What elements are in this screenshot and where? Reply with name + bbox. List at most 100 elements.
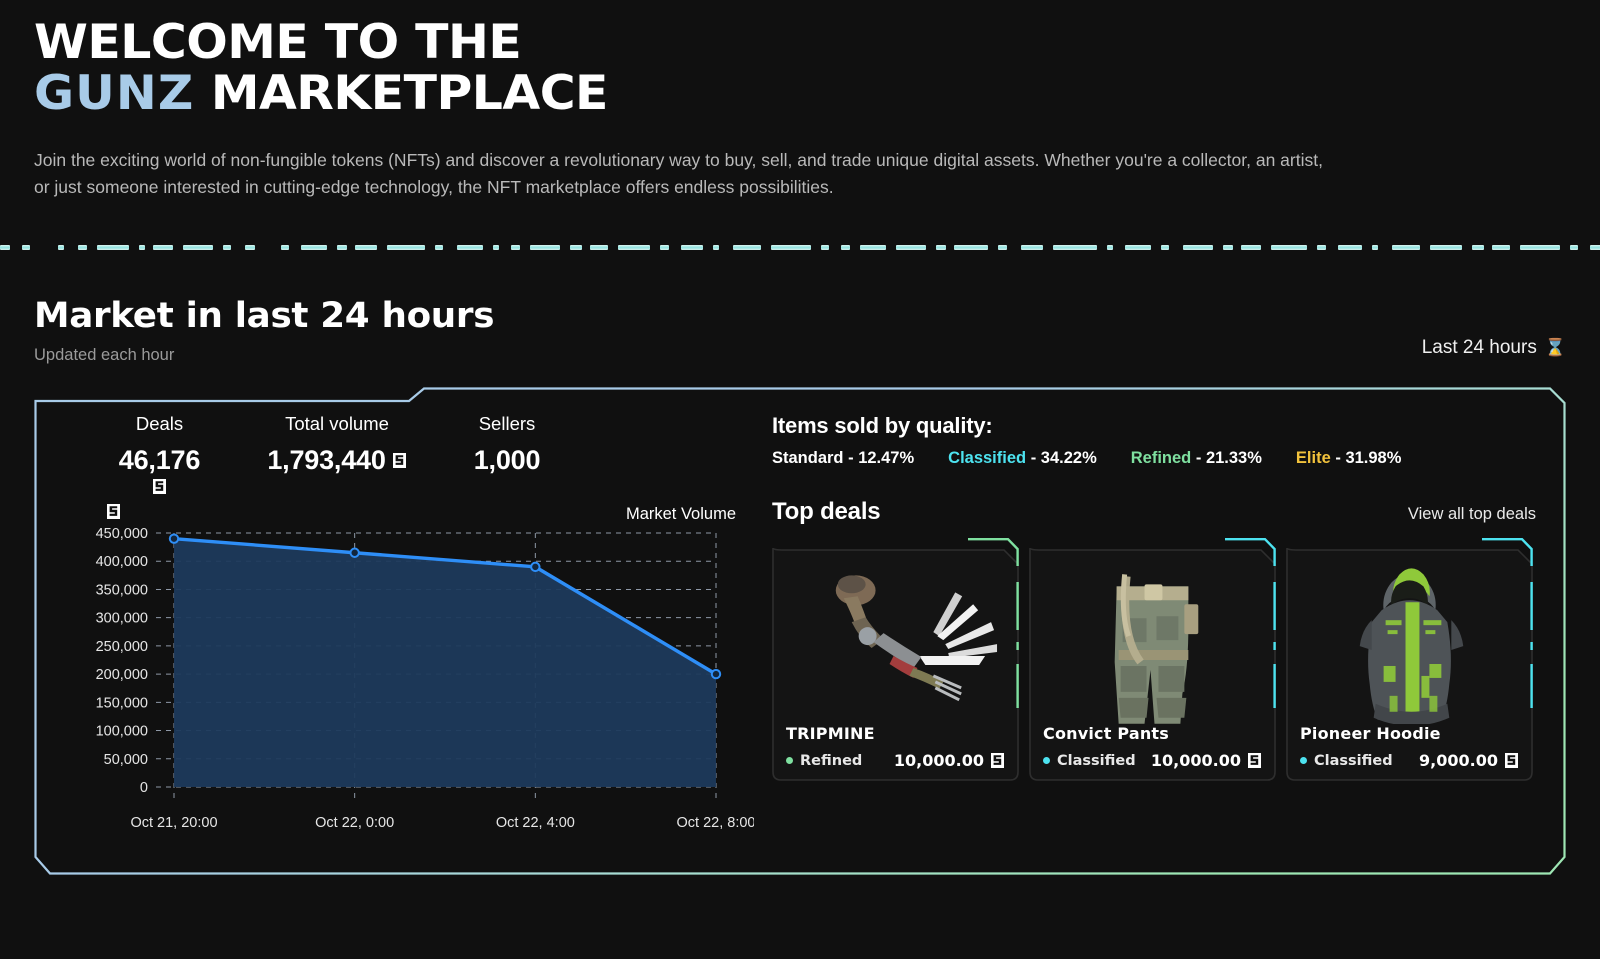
time-range-select[interactable]: Last 24 hours ⌛ (1422, 337, 1566, 365)
card-price: 10,000.00 (894, 751, 1005, 770)
divider-segment (681, 244, 703, 250)
divider-segment (954, 244, 988, 250)
divider-segment (590, 244, 608, 250)
divider-segment (761, 245, 771, 250)
chart-column: Deals 46,176 Total volume 1,793,440 Sell… (64, 413, 754, 861)
top-deal-card[interactable]: Convict Pants Classified 10,000.00 (1029, 537, 1276, 781)
market-volume-chart: Market Volume 450,000 400,000 350,000 300,0… (64, 503, 754, 833)
quality-separator: - (843, 448, 859, 467)
hero-section: WELCOME TO THE GUNZ MARKETPLACE Join the… (0, 0, 1600, 202)
stat-sellers-value: 1,000 (473, 444, 541, 475)
card-quality: Refined (786, 753, 862, 769)
divider-segment (387, 244, 425, 250)
market-subtitle: Updated each hour (34, 345, 175, 364)
card-price: 9,000.00 (1419, 751, 1519, 770)
quality-dot-icon (1300, 757, 1307, 764)
divider-segment (337, 244, 347, 250)
divider-segment (618, 244, 650, 250)
quality-name: Refined (1130, 448, 1192, 467)
divider-segment (608, 245, 618, 250)
divider-segment (1570, 244, 1578, 250)
quality-dot-icon (786, 757, 793, 764)
chart-area-fill (174, 538, 716, 787)
decorative-divider (0, 240, 1600, 254)
card-quality-label: Classified (1314, 752, 1393, 769)
divider-segment (860, 244, 886, 250)
gunz-token-icon (106, 503, 121, 520)
divider-segment (988, 245, 998, 250)
divider-segment (1161, 244, 1169, 250)
divider-segment (896, 244, 926, 250)
divider-segment (87, 245, 97, 250)
divider-segment (1307, 245, 1317, 250)
divider-segment (289, 245, 301, 250)
stat-deals-value-group: 46,176 (82, 445, 237, 495)
divider-segment (483, 245, 493, 250)
divider-segment (520, 245, 530, 250)
divider-segment (926, 245, 936, 250)
divider-segment (936, 244, 946, 250)
divider-segment (499, 245, 511, 250)
divider-segment (1169, 245, 1183, 250)
view-all-top-deals-link[interactable]: View all top deals (1408, 505, 1536, 526)
divider-segment (355, 244, 377, 250)
quality-value: 21.33% (1205, 448, 1262, 467)
top-deals-title: Top deals (772, 497, 881, 525)
chart-data-point[interactable] (349, 547, 360, 558)
quality-item-standard: Standard - 12.47% (772, 449, 914, 468)
divider-segment (347, 245, 355, 250)
chart-legend-label: Market Volume (625, 504, 736, 523)
divider-segment (1097, 245, 1107, 250)
divider-segment (457, 244, 483, 250)
card-footer: Classified 10,000.00 (1043, 751, 1262, 770)
card-price-value: 9,000.00 (1419, 751, 1498, 770)
divider-segment (1362, 245, 1372, 250)
gunz-token-icon (1504, 752, 1519, 769)
card-quality: Classified (1043, 753, 1136, 769)
divider-segment (443, 245, 457, 250)
stat-total-volume-value-group: 1,793,440 (237, 445, 437, 476)
chart-ytick-label: 400,000 (96, 554, 148, 570)
hourglass-icon: ⌛ (1544, 337, 1566, 357)
divider-segment (1213, 245, 1223, 250)
divider-segment (582, 245, 590, 250)
divider-segment (1430, 244, 1462, 250)
card-quality-label: Classified (1057, 752, 1136, 769)
divider-segment (841, 244, 850, 250)
gunz-token-icon (152, 478, 167, 495)
card-footer: Refined 10,000.00 (786, 751, 1005, 770)
chart-data-point[interactable] (168, 533, 180, 544)
stat-sellers-value-group: 1,000 (437, 445, 577, 476)
chart-ytick-label: 200,000 (96, 667, 148, 683)
card-footer: Classified 9,000.00 (1300, 751, 1519, 770)
divider-segment (425, 245, 435, 250)
divider-segment (530, 244, 560, 250)
divider-segment (183, 244, 213, 250)
chart-data-point[interactable] (530, 561, 541, 572)
divider-segment (1578, 245, 1590, 250)
top-deal-card[interactable]: TRIPMINE Refined 10,000.00 (772, 537, 1019, 781)
card-artwork (1043, 550, 1262, 724)
card-price: 10,000.00 (1151, 751, 1262, 770)
top-deal-card[interactable]: Pioneer Hoodie Classified 9,000.00 (1286, 537, 1533, 781)
gunz-token-icon (392, 452, 407, 469)
divider-segment (435, 244, 443, 250)
divider-segment (78, 244, 87, 250)
chart-data-point[interactable] (710, 668, 722, 680)
convict-pants-icon (1114, 573, 1199, 724)
quality-item-classified: Classified - 34.22% (948, 449, 1097, 468)
quality-value: 34.22% (1040, 448, 1097, 467)
time-range-label: Last 24 hours (1421, 336, 1537, 358)
divider-segment (1378, 245, 1392, 250)
divider-segment (1510, 245, 1520, 250)
divider-segment (1326, 245, 1338, 250)
divider-segment (1053, 244, 1097, 250)
page-title-line1: WELCOME TO THE (34, 15, 522, 70)
chart-ytick-label: 300,000 (96, 610, 148, 626)
divider-segment (10, 245, 22, 250)
quality-name: Elite (1295, 448, 1331, 467)
chart-plot: 450,000 400,000 350,000 300,000 250,000 200,0… (96, 526, 754, 831)
divider-segment (231, 245, 245, 250)
divider-segment (1484, 245, 1492, 250)
page-title-line2: GUNZ MARKETPLACE (34, 68, 1600, 120)
